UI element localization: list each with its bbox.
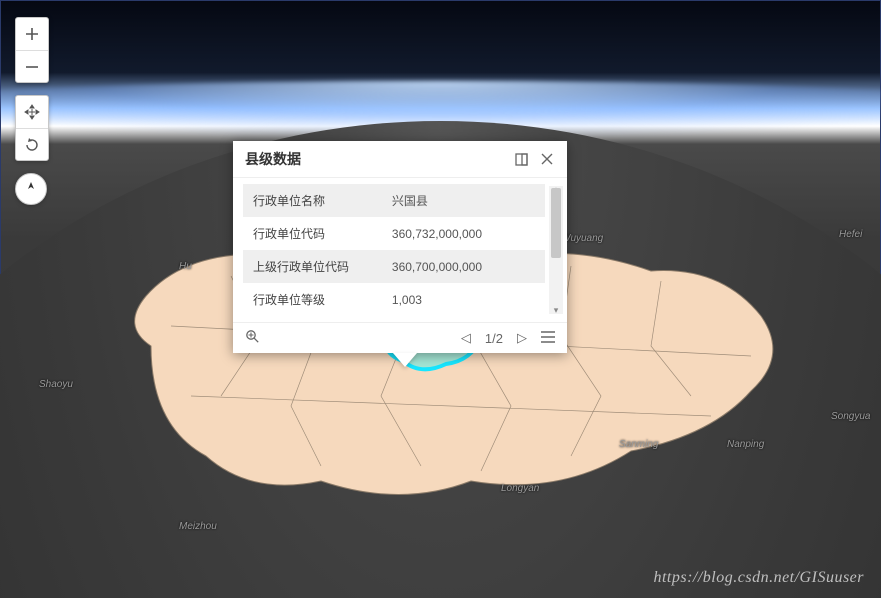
pager-label: 1/2 <box>485 331 503 346</box>
zoom-to-icon[interactable] <box>245 329 260 347</box>
attr-key: 行政单位等级 <box>243 283 382 316</box>
map-label: Hefei <box>839 229 862 240</box>
attribute-table: 行政单位名称兴国县 行政单位代码360,732,000,000 上级行政单位代码… <box>243 184 545 316</box>
attr-key: 行政单位名称 <box>243 184 382 217</box>
attr-value: 1,003 <box>382 283 545 316</box>
popup-pointer <box>393 353 417 367</box>
table-row: 行政单位名称兴国县 <box>243 184 545 217</box>
popup-header: 县级数据 <box>233 141 567 178</box>
zoom-in-button[interactable] <box>16 18 48 50</box>
popup-scrollbar[interactable]: ▴ ▾ <box>549 186 563 314</box>
attr-value: 360,700,000,000 <box>382 250 545 283</box>
dock-icon[interactable] <box>513 151 529 167</box>
table-row: 行政单位代码360,732,000,000 <box>243 217 545 250</box>
attr-key: 上级行政单位代码 <box>243 250 382 283</box>
close-icon[interactable] <box>539 151 555 167</box>
attr-value: 兴国县 <box>382 184 545 217</box>
feature-popup: 县级数据 行政单位名称兴国县 行政单位代码360,732,000,000 上级行… <box>233 141 567 353</box>
zoom-out-button[interactable] <box>16 50 48 82</box>
table-row: 行政单位等级1,003 <box>243 283 545 316</box>
attr-key: 行政单位代码 <box>243 217 382 250</box>
rotate-button[interactable] <box>16 128 48 160</box>
map-view[interactable]: Shaoyu Hu Meizhou Longyan Sanming Nanpin… <box>0 0 881 598</box>
popup-footer: ◁ 1/2 ▷ <box>233 322 567 353</box>
attr-value: 360,732,000,000 <box>382 217 545 250</box>
zoom-group <box>15 17 49 83</box>
compass-button[interactable] <box>15 173 47 205</box>
watermark: https://blog.csdn.net/GISuuser <box>653 569 864 587</box>
map-toolbar <box>15 17 49 205</box>
pan-button[interactable] <box>16 96 48 128</box>
table-row: 上级行政单位代码360,700,000,000 <box>243 250 545 283</box>
pager-prev-icon[interactable]: ◁ <box>461 330 471 346</box>
pager-next-icon[interactable]: ▷ <box>517 330 527 346</box>
popup-title: 县级数据 <box>245 149 301 169</box>
nav-group <box>15 95 49 161</box>
scroll-thumb[interactable] <box>551 188 561 258</box>
menu-icon[interactable] <box>541 331 555 346</box>
popup-body: 行政单位名称兴国县 行政单位代码360,732,000,000 上级行政单位代码… <box>233 178 567 322</box>
scroll-down-icon[interactable]: ▾ <box>549 305 563 316</box>
